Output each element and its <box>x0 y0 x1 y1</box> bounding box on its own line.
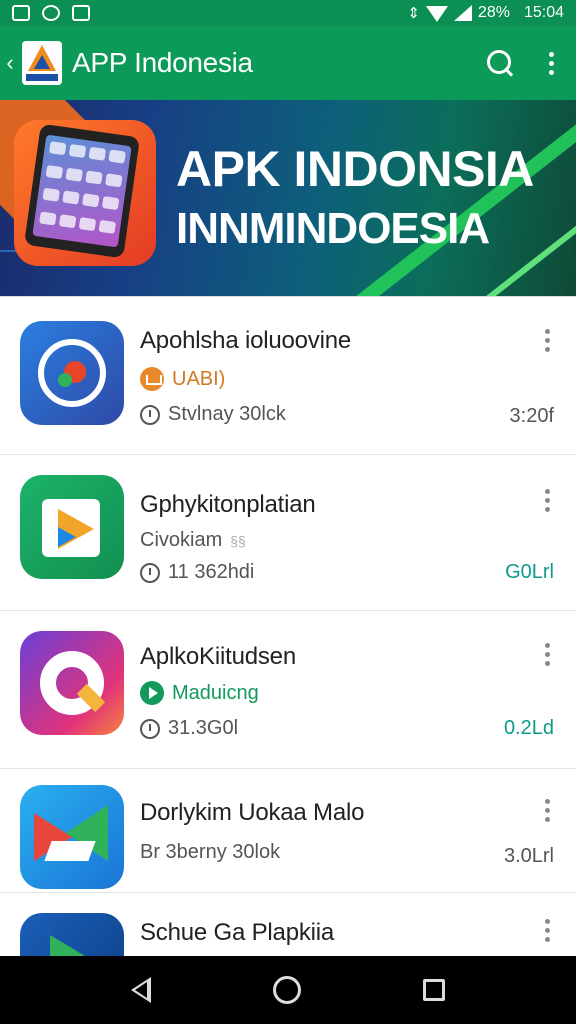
wifi-icon <box>425 6 448 22</box>
more-vert-icon[interactable] <box>544 643 550 666</box>
list-item[interactable]: Schue Ga Plapkiia <box>0 893 576 956</box>
app-icon <box>20 785 124 889</box>
more-vert-icon[interactable] <box>548 51 554 75</box>
back-icon[interactable] <box>131 977 151 1003</box>
back-arrow-icon[interactable]: ‹ <box>0 50 20 76</box>
list-item[interactable]: Apohlsha ioluoovine UABI) Stvlnay 30lck … <box>0 297 576 455</box>
meta-label: Br 3berny 30lok <box>140 841 281 863</box>
app-logo <box>22 41 62 85</box>
list-item[interactable]: Dorlykim Uokaa Malo Br 3berny 30lok 3.0L… <box>0 769 576 893</box>
app-name: AplkoKiitudsen <box>140 643 296 670</box>
app-name: Dorlykim Uokaa Malo <box>140 799 365 826</box>
signal-icon <box>453 5 472 21</box>
play-badge-icon <box>140 681 164 705</box>
crown-badge-icon <box>140 367 164 391</box>
app-size: G0Lrl <box>505 561 554 583</box>
app-meta: 31.3G0l <box>140 717 238 740</box>
banner-title: APK INDONSIA <box>176 141 534 197</box>
meta-label: Stvlnay 30lck <box>168 403 286 425</box>
status-right: ⇕ 28% 15:04 <box>407 4 564 22</box>
app-category: Maduicng <box>140 681 259 705</box>
list-item[interactable]: AplkoKiitudsen Maduicng 31.3G0l 0.2Ld <box>0 611 576 769</box>
navigation-bar <box>0 956 576 1024</box>
meta-label: 11 362hdi <box>168 561 255 583</box>
clock-icon <box>140 718 160 739</box>
clock-icon <box>140 562 160 583</box>
search-icon[interactable] <box>486 49 514 77</box>
app-category: Civokiam §§ <box>140 529 246 552</box>
battery-percentage: 28% <box>477 4 510 21</box>
app-name: Schue Ga Plapkiia <box>140 919 335 946</box>
more-vert-icon[interactable] <box>544 489 550 512</box>
status-time: 15:04 <box>523 4 564 21</box>
app-icon <box>20 475 124 579</box>
font-icon <box>72 5 90 21</box>
app-name: Apohlsha ioluoovine <box>140 327 352 354</box>
app-size: 0.2Ld <box>503 717 554 739</box>
refresh-icon <box>42 5 60 21</box>
app-icon <box>20 631 124 735</box>
more-vert-icon[interactable] <box>544 329 550 352</box>
status-left-icons <box>12 5 90 21</box>
app-name: Gphykitonplatian <box>140 491 316 518</box>
app-bar-actions <box>486 49 554 77</box>
more-vert-icon[interactable] <box>544 799 550 822</box>
vibrate-icon: ⇕ <box>407 5 420 22</box>
phone-illustration <box>23 123 141 259</box>
app-size: 3:20f <box>509 405 554 427</box>
app-meta: Br 3berny 30lok <box>140 841 280 864</box>
app-bar: ‹ APP Indonesia <box>0 26 576 100</box>
recents-icon[interactable] <box>423 979 445 1001</box>
app-title: APP Indonesia <box>72 47 253 78</box>
list-item[interactable]: Gphykitonplatian Civokiam §§ 11 362hdi G… <box>0 455 576 611</box>
category-extra: §§ <box>230 532 246 549</box>
category-label: UABI) <box>172 367 226 390</box>
app-size: 3.0Lrl <box>503 845 554 867</box>
app-meta: Stvlnay 30lck <box>140 403 286 426</box>
app-category: UABI) <box>140 367 225 391</box>
category-label: Maduicng <box>172 681 259 704</box>
app-icon <box>20 321 124 425</box>
category-label: Civokiam <box>140 529 223 551</box>
image-icon <box>12 5 30 21</box>
clock-icon <box>140 404 160 425</box>
more-vert-icon[interactable] <box>544 919 550 942</box>
status-bar: ⇕ 28% 15:04 <box>0 0 576 26</box>
promo-banner[interactable]: APK INDONSIA INNMINDOESIA <box>0 100 576 296</box>
app-icon <box>20 913 124 956</box>
home-icon[interactable] <box>273 976 301 1004</box>
banner-subtitle: INNMINDOESIA <box>176 204 490 253</box>
app-list: Apohlsha ioluoovine UABI) Stvlnay 30lck … <box>0 296 576 956</box>
app-meta: 11 362hdi <box>140 561 254 584</box>
meta-label: 31.3G0l <box>168 717 239 739</box>
